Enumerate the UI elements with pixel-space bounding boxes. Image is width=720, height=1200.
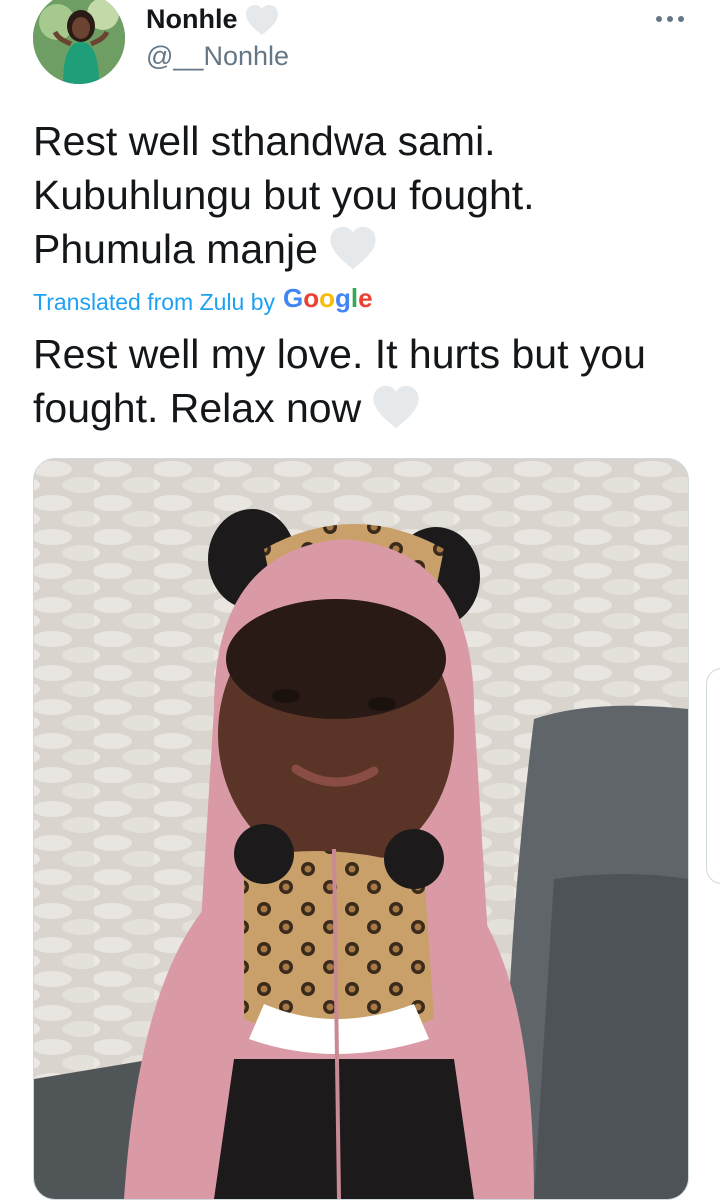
author-handle[interactable]: @__Nonhle [146,41,289,72]
tweet-text-line-content: Phumula manje [33,226,318,272]
translation-line-content: fought. Relax now [33,385,362,431]
svg-text:Google: Google [283,284,373,313]
translation-text: Rest well my love. It hurts but you foug… [33,327,703,444]
google-logo: Google [283,283,375,320]
author-name[interactable]: Nonhle [146,4,238,35]
translation-line: Rest well my love. It hurts but you [33,331,646,377]
avatar[interactable] [33,0,125,84]
white-heart-icon [369,383,423,444]
translation-line: fought. Relax now [33,381,703,444]
tweet-text-line: Kubuhlungu but you fought. [33,172,535,218]
scroll-handle[interactable] [706,668,720,884]
tweet-text-line: Rest well sthandwa sami. [33,118,496,164]
tweet-photo[interactable] [33,458,689,1200]
translation-attribution[interactable]: Translated from Zulu by Google [33,283,375,320]
tweet-text-line: Phumula manje [33,222,673,285]
more-dots-icon[interactable] [650,4,690,34]
white-heart-icon [326,224,380,285]
white-heart-icon [244,3,280,42]
tweet-text: Rest well sthandwa sami. Kubuhlungu but … [33,114,673,285]
translated-from-label: Translated from Zulu by [33,288,276,315]
